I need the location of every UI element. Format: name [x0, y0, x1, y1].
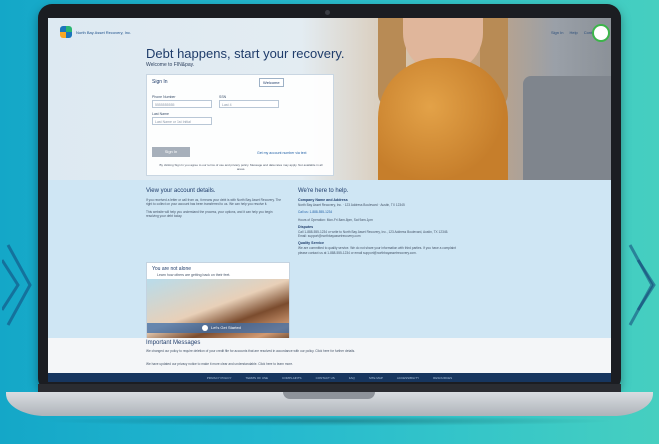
- sign-in-card: Sign In Welcome Phone Number 5555555555 …: [146, 74, 334, 176]
- help-column: We're here to help. Company Name and Add…: [298, 188, 458, 258]
- footer-link[interactable]: PRIVACY POLICY: [207, 376, 232, 380]
- info-section: View your account details. If you receiv…: [48, 180, 611, 350]
- laptop-base: [0, 384, 659, 444]
- hero-photo-sweater: [378, 58, 508, 180]
- nav-help[interactable]: Help: [569, 30, 577, 35]
- sign-in-button[interactable]: Sign In: [152, 147, 190, 157]
- footer-link[interactable]: TERMS OF USE: [246, 376, 269, 380]
- welcome-badge[interactable]: Welcome: [259, 78, 284, 87]
- footer-link[interactable]: RESOURCES: [433, 376, 452, 380]
- laptop-notch: [283, 392, 375, 399]
- quality-heading: Quality Service: [298, 241, 324, 246]
- nav-sign-in[interactable]: Sign In: [551, 30, 563, 35]
- video-card: You are not alone Learn how others are g…: [146, 262, 290, 344]
- last-name-input[interactable]: Last Name or 1st Initial: [152, 117, 212, 125]
- message-2: We have updated our privacy notice to ma…: [146, 362, 293, 366]
- video-cta-label[interactable]: Let's Get Started: [211, 325, 241, 331]
- footer-link[interactable]: SITE MAP: [369, 376, 383, 380]
- laptop-screen: North Bay Asset Recovery, Inc. Sign In H…: [48, 18, 611, 382]
- left-chevron-decoration: [2, 244, 32, 326]
- logo-icon: [60, 26, 72, 38]
- ssn-label: SSN: [219, 95, 227, 99]
- message-1: We changed our policy to require deletio…: [146, 349, 356, 353]
- footer-link[interactable]: ACCESSIBILITY: [397, 376, 419, 380]
- help-title: We're here to help.: [298, 188, 349, 194]
- messages-title: Important Messages: [146, 340, 201, 346]
- forgot-account-link[interactable]: Get my account number via text: [257, 151, 306, 155]
- sign-in-title: Sign In: [152, 79, 168, 85]
- phone-input[interactable]: 5555555555: [152, 100, 212, 108]
- video-subtitle: Learn how others are getting back on the…: [157, 273, 231, 277]
- right-chevron-decoration: [628, 244, 656, 326]
- footer-nav: PRIVACY POLICY TERMS OF USE COMPLAINTS C…: [48, 373, 611, 382]
- account-details-column: View your account details. If you receiv…: [146, 188, 284, 221]
- last-name-label: Last Name: [152, 112, 169, 116]
- company-phone-link[interactable]: Call us: 1-888-555-1234: [298, 210, 458, 214]
- hero-photo-sofa: [523, 76, 611, 180]
- footer-link[interactable]: CONTACT US: [316, 376, 335, 380]
- disputes-heading: Disputes: [298, 224, 314, 229]
- play-icon[interactable]: [202, 325, 208, 331]
- account-details-title: View your account details.: [146, 188, 216, 194]
- webcam-icon: [325, 10, 330, 15]
- site-logo[interactable]: North Bay Asset Recovery, Inc.: [60, 26, 134, 38]
- video-thumbnail[interactable]: [147, 279, 289, 343]
- video-title: You are not alone: [152, 266, 192, 272]
- logo-text: North Bay Asset Recovery, Inc.: [76, 29, 132, 35]
- quality-text: We are committed to quality service. We …: [298, 246, 456, 255]
- company-heading: Company Name and Address: [298, 198, 348, 202]
- account-details-p2: This website will help you understand th…: [146, 209, 273, 218]
- phone-label: Phone Number: [152, 95, 176, 99]
- footer-link[interactable]: COMPLAINTS: [282, 376, 302, 380]
- footer-link[interactable]: FAQ: [349, 376, 355, 380]
- ssn-input[interactable]: Last 4: [219, 100, 279, 108]
- welcome-text: Welcome to FIN&pay.: [146, 62, 195, 68]
- company-address: North Bay Asset Recovery, Inc. · 123 Add…: [298, 203, 405, 207]
- laptop-shadow: [40, 416, 619, 426]
- user-avatar-icon[interactable]: [592, 24, 610, 42]
- company-hours: Hours of Operation: Mon-Fri 8am-8pm, Sat…: [298, 217, 373, 222]
- legal-notice: By clicking Sign In you agree to our ter…: [159, 163, 323, 171]
- hero-banner: North Bay Asset Recovery, Inc. Sign In H…: [48, 18, 611, 180]
- account-details-p1: If you received a letter or call from us…: [146, 198, 282, 207]
- page-title: Debt happens, start your recovery.: [146, 46, 345, 61]
- disputes-text: Call 1-888-555-1234 or write to North Ba…: [298, 229, 449, 239]
